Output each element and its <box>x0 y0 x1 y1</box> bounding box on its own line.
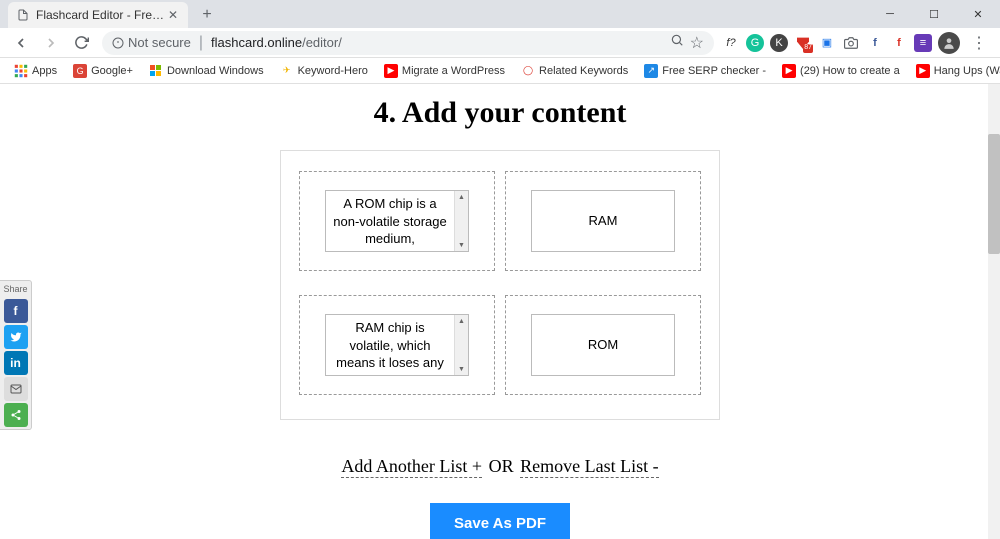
scroll-up-icon[interactable]: ▲ <box>455 191 468 203</box>
card-scrollbar: ▲ ▼ <box>454 191 468 251</box>
flashcard-list: A ROM chip is a non-volatile storage med… <box>280 150 720 420</box>
flashcard-row: RAM chip is volatile, which means it los… <box>299 295 701 395</box>
card-scrollbar: ▲ ▼ <box>454 315 468 375</box>
ext-icon-fb1[interactable]: f <box>866 34 884 52</box>
flashcard-back: ROM <box>505 295 701 395</box>
share-linkedin-button[interactable]: in <box>4 351 28 375</box>
ext-icon-f[interactable]: f? <box>722 34 740 52</box>
share-title: Share <box>0 281 31 297</box>
page-icon <box>16 8 30 22</box>
chrome-menu-button[interactable]: ⋮ <box>966 30 992 56</box>
ext-icon-capture[interactable]: ▣ <box>818 34 836 52</box>
close-icon[interactable]: ✕ <box>166 8 180 22</box>
close-window-button[interactable]: ✕ <box>956 0 1000 28</box>
bookmark-item[interactable]: ↗Free SERP checker - <box>638 62 772 80</box>
bookmark-item[interactable]: ✈Keyword-Hero <box>274 62 374 80</box>
back-button[interactable] <box>8 30 34 56</box>
or-separator: OR <box>489 456 514 476</box>
scrollbar-track[interactable] <box>988 84 1000 539</box>
card-back-input[interactable]: RAM <box>532 191 674 251</box>
new-tab-button[interactable]: + <box>194 2 220 28</box>
save-pdf-button[interactable]: Save As PDF <box>430 503 570 539</box>
profile-avatar[interactable] <box>938 32 960 54</box>
flashcard-front: A ROM chip is a non-volatile storage med… <box>299 171 495 271</box>
share-sidebar: Share f in <box>0 280 32 430</box>
url-bar[interactable]: Not secure | flashcard.online/editor/ ☆ <box>102 31 714 55</box>
search-within-icon[interactable] <box>670 33 684 52</box>
forward-button[interactable] <box>38 30 64 56</box>
bookmark-item[interactable]: GGoogle+ <box>67 62 139 80</box>
address-bar: Not secure | flashcard.online/editor/ ☆ … <box>0 28 1000 58</box>
extension-icons: f? G K 87 ▣ f f ≡ ⋮ <box>722 30 992 56</box>
card-front-input[interactable]: RAM chip is volatile, which means it los… <box>326 315 454 375</box>
minimize-button[interactable]: ─ <box>868 0 912 28</box>
apps-label: Apps <box>32 65 57 77</box>
bookmark-item[interactable]: ▶Migrate a WordPress <box>378 62 511 80</box>
flashcard-back: RAM <box>505 171 701 271</box>
browser-tab-bar: Flashcard Editor - Free online app ✕ + ─… <box>0 0 1000 28</box>
bookmark-icon: ◯ <box>521 64 535 78</box>
share-twitter-button[interactable] <box>4 325 28 349</box>
apps-icon <box>14 64 28 78</box>
bookmark-item[interactable]: Download Windows <box>143 62 270 80</box>
scroll-up-icon[interactable]: ▲ <box>455 315 468 327</box>
bookmark-item[interactable]: ◯Related Keywords <box>515 62 634 80</box>
card-input-wrapper: RAM chip is volatile, which means it los… <box>325 314 469 376</box>
share-more-button[interactable] <box>4 403 28 427</box>
bookmark-icon <box>149 64 163 78</box>
section-heading: 4. Add your content <box>0 96 1000 130</box>
bookmark-icon: ↗ <box>644 64 658 78</box>
bookmark-star-icon[interactable]: ☆ <box>690 33 704 53</box>
reload-button[interactable] <box>68 30 94 56</box>
bookmark-icon: ✈ <box>280 64 294 78</box>
card-input-wrapper: A ROM chip is a non-volatile storage med… <box>325 190 469 252</box>
ext-icon-grammarly[interactable]: G <box>746 34 764 52</box>
share-email-button[interactable] <box>4 377 28 401</box>
ext-badge: 87 <box>803 44 813 52</box>
not-secure-label: Not secure <box>128 35 191 50</box>
card-input-wrapper: RAM <box>531 190 675 252</box>
ext-icon-camera[interactable] <box>842 34 860 52</box>
card-back-input[interactable]: ROM <box>532 315 674 375</box>
bookmark-icon: ▶ <box>384 64 398 78</box>
ext-icon-tag[interactable]: 87 <box>794 34 812 52</box>
apps-shortcut[interactable]: Apps <box>8 62 63 80</box>
flashcard-row: A ROM chip is a non-volatile storage med… <box>299 171 701 271</box>
scrollbar-thumb[interactable] <box>988 134 1000 254</box>
page-content: Share f in 4. Add your content A ROM chi… <box>0 84 1000 539</box>
card-input-wrapper: ROM <box>531 314 675 376</box>
card-front-input[interactable]: A ROM chip is a non-volatile storage med… <box>326 191 454 251</box>
security-indicator[interactable]: Not secure <box>112 35 191 50</box>
bookmark-icon: ▶ <box>916 64 930 78</box>
flashcard-front: RAM chip is volatile, which means it los… <box>299 295 495 395</box>
bookmark-item[interactable]: ▶Hang Ups (Want You <box>910 62 1000 80</box>
bookmarks-bar: Apps GGoogle+ Download Windows ✈Keyword-… <box>0 58 1000 84</box>
maximize-button[interactable]: ☐ <box>912 0 956 28</box>
url-separator: | <box>199 34 203 52</box>
ext-icon-fb2[interactable]: f <box>890 34 908 52</box>
bookmark-icon: ▶ <box>782 64 796 78</box>
add-list-link[interactable]: Add Another List + <box>341 456 482 478</box>
browser-tab[interactable]: Flashcard Editor - Free online app ✕ <box>8 2 188 28</box>
window-controls: ─ ☐ ✕ <box>868 0 1000 28</box>
remove-list-link[interactable]: Remove Last List - <box>520 456 658 478</box>
list-actions: Add Another List + OR Remove Last List - <box>0 456 1000 477</box>
url-text: flashcard.online/editor/ <box>211 35 670 50</box>
bookmark-icon: G <box>73 64 87 78</box>
scroll-down-icon[interactable]: ▼ <box>455 363 468 375</box>
ext-icon-purple[interactable]: ≡ <box>914 34 932 52</box>
ext-icon-k[interactable]: K <box>770 34 788 52</box>
scroll-down-icon[interactable]: ▼ <box>455 239 468 251</box>
bookmark-item[interactable]: ▶(29) How to create a <box>776 62 906 80</box>
tab-title: Flashcard Editor - Free online app <box>36 8 166 22</box>
share-facebook-button[interactable]: f <box>4 299 28 323</box>
